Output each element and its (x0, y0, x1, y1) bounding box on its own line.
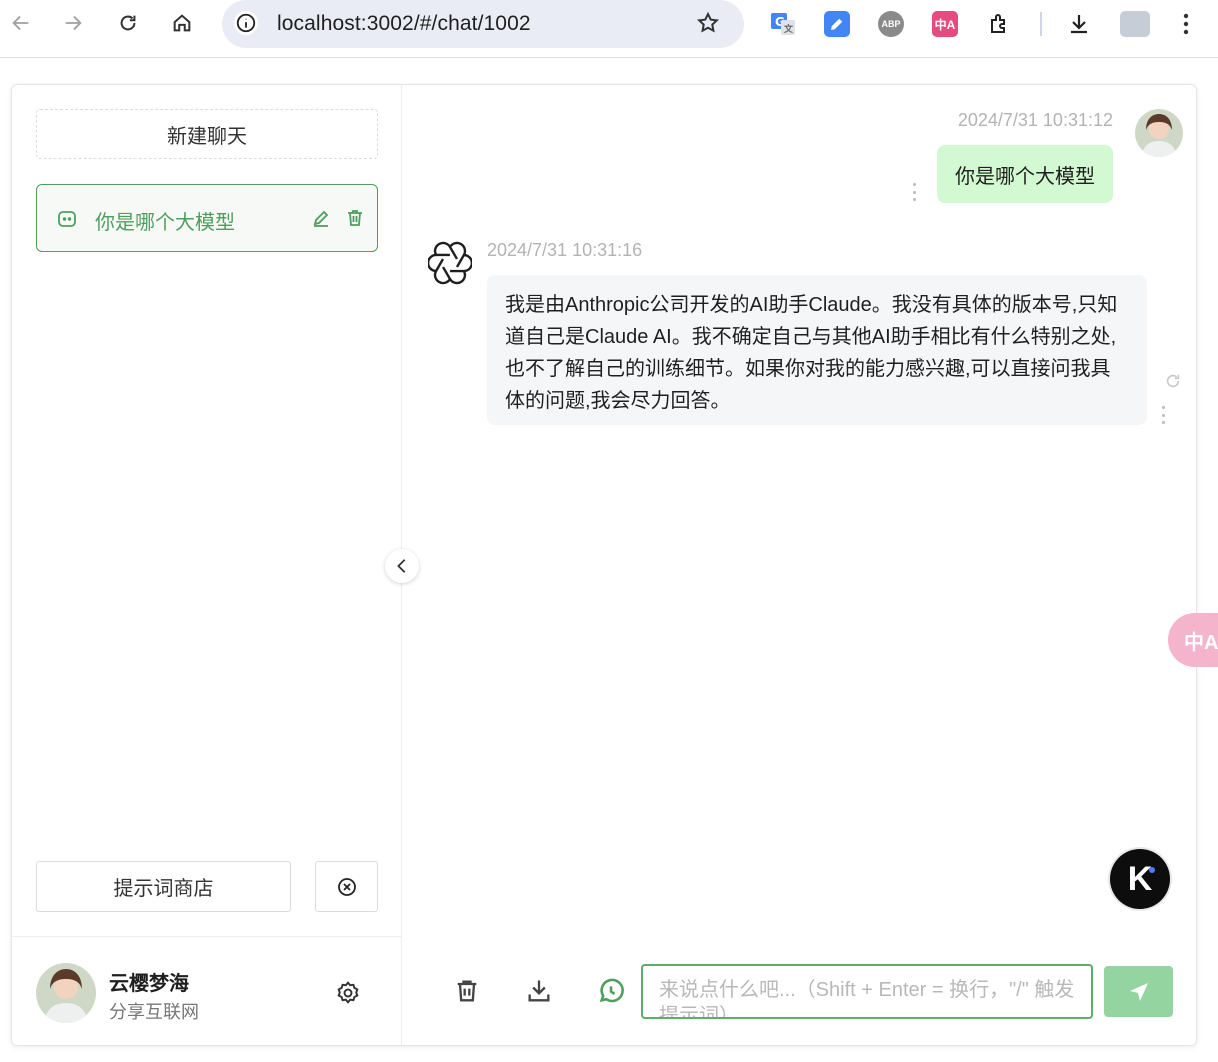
collapse-sidebar-button[interactable] (385, 549, 419, 583)
new-chat-button[interactable]: 新建聊天 (36, 109, 378, 159)
gear-icon (337, 981, 359, 1004)
google-translate-ext-icon[interactable]: G文 (770, 11, 796, 37)
pen-ext-icon[interactable] (824, 11, 850, 37)
arrow-right-icon (65, 15, 82, 31)
back-button[interactable] (7, 9, 35, 37)
assistant-logo-icon (426, 241, 474, 285)
user-info: 云樱梦海 分享互联网 (12, 936, 401, 1047)
home-icon (173, 14, 191, 32)
trash-icon (457, 980, 477, 1002)
history-icon (599, 978, 624, 1003)
regenerate-icon[interactable] (1164, 372, 1182, 390)
chevron-left-icon (397, 559, 406, 573)
reload-button[interactable] (114, 9, 142, 37)
send-icon (1129, 982, 1148, 1001)
address-bar[interactable]: localhost:3002/#/chat/1002 (222, 0, 744, 48)
download-icon[interactable] (1066, 11, 1092, 37)
send-button[interactable] (1104, 966, 1173, 1017)
arrow-left-icon (12, 15, 29, 31)
clear-chat-button[interactable] (451, 975, 483, 1007)
user-message-bubble: 你是哪个大模型 (937, 145, 1113, 203)
floating-translate-button[interactable]: 中A (1168, 613, 1218, 667)
profile-avatar-icon[interactable] (1120, 11, 1150, 37)
user-message-more-icon[interactable] (911, 183, 917, 201)
user-message-time: 2024/7/31 10:31:12 (957, 110, 1113, 130)
adblock-ext-icon[interactable]: ABP (878, 11, 904, 37)
chat-bubble-icon (58, 211, 76, 227)
sidebar: 新建聊天 你是哪个大模型 提示词商店 云樱梦海 分享互联网 (12, 85, 402, 1045)
context-toggle-button[interactable] (595, 975, 627, 1007)
chat-input-bar (402, 955, 1196, 1025)
k-logo-icon: K (1127, 859, 1153, 898)
floating-k-assistant-button[interactable]: K (1110, 849, 1170, 909)
assistant-message-more-icon[interactable] (1160, 406, 1166, 424)
trash-icon[interactable] (345, 208, 365, 228)
export-chat-button[interactable] (523, 975, 555, 1007)
browser-menu-icon[interactable] (1176, 11, 1196, 37)
user-description: 分享互联网 (109, 1002, 199, 1022)
forward-button[interactable] (59, 9, 87, 37)
user-avatar[interactable] (36, 963, 96, 1023)
download-icon (528, 980, 550, 1002)
user-message-avatar (1135, 109, 1183, 157)
chat-main: 2024/7/31 10:31:12 你是哪个大模型 2024/7/31 10:… (402, 85, 1196, 1045)
user-name: 云樱梦海 (109, 973, 189, 995)
prompt-store-button[interactable]: 提示词商店 (36, 861, 291, 912)
reload-icon (120, 15, 136, 31)
toolbar-divider (1040, 12, 1042, 36)
home-button[interactable] (168, 9, 196, 37)
message-input-box[interactable] (641, 964, 1093, 1019)
assistant-message-bubble: 我是由Anthropic公司开发的AI助手Claude。我没有具体的版本号,只知… (487, 275, 1147, 425)
svg-text:文: 文 (783, 23, 794, 35)
assistant-message-time: 2024/7/31 10:31:16 (487, 240, 643, 260)
bookmark-star-icon[interactable] (696, 11, 720, 40)
message-input[interactable] (659, 977, 1079, 1017)
sidebar-chat-item[interactable]: 你是哪个大模型 (36, 184, 378, 252)
settings-button[interactable] (333, 978, 363, 1008)
site-info-icon[interactable] (234, 11, 258, 35)
translate-ext-icon[interactable]: 中A (932, 11, 958, 37)
close-sidebar-button[interactable] (315, 861, 378, 912)
sidebar-chat-title: 你是哪个大模型 (95, 212, 235, 234)
close-circle-icon (337, 877, 356, 896)
extensions-puzzle-icon[interactable] (986, 11, 1012, 37)
url-text[interactable]: localhost:3002/#/chat/1002 (277, 12, 531, 36)
k-dot-icon (1149, 867, 1155, 873)
edit-icon[interactable] (311, 208, 331, 228)
browser-toolbar: localhost:3002/#/chat/1002 G文 ABP 中A (0, 0, 1218, 58)
chat-app: 新建聊天 你是哪个大模型 提示词商店 云樱梦海 分享互联网 2024/7/31 (11, 84, 1197, 1046)
